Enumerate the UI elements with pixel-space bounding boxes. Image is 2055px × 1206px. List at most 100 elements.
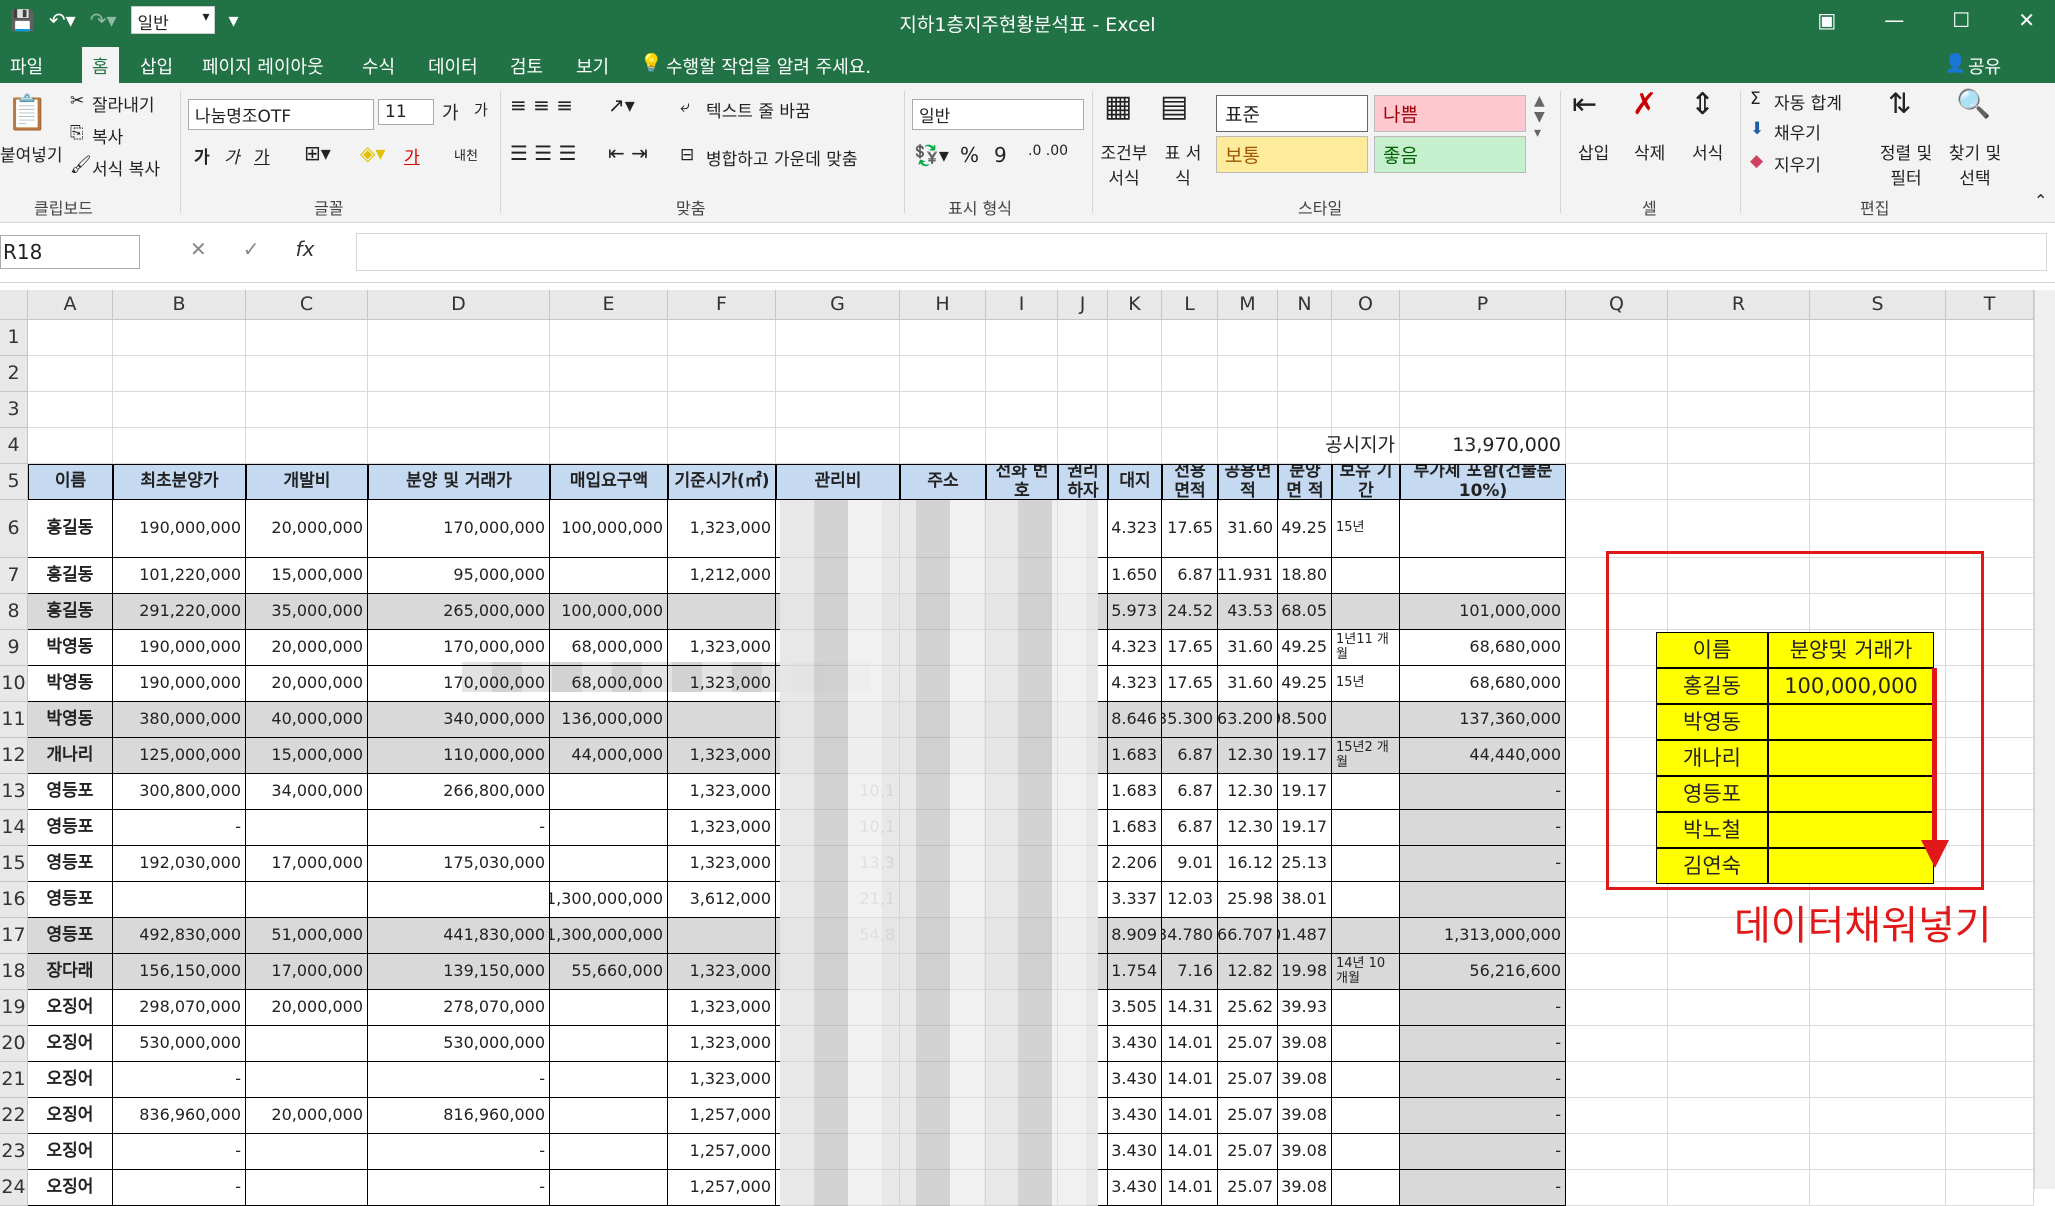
cell[interactable] (1810, 1098, 1946, 1134)
data-cell[interactable] (1332, 594, 1400, 630)
cell[interactable] (246, 356, 368, 392)
cell[interactable] (1162, 320, 1218, 356)
data-cell[interactable]: 8.646 (1108, 702, 1162, 738)
data-cell[interactable]: 298,070,000 (113, 990, 246, 1026)
format-painter-button[interactable]: 서식 복사 (92, 155, 160, 180)
data-cell[interactable] (1400, 558, 1566, 594)
cell[interactable] (1668, 1026, 1810, 1062)
conditional-format-button[interactable]: 조건부 서식 (1096, 139, 1152, 189)
ribbon-display-icon[interactable]: ▣ (1817, 8, 1836, 32)
data-cell[interactable]: 1년11 개월 (1332, 630, 1400, 666)
data-cell[interactable]: 170,000,000 (368, 630, 550, 666)
cell[interactable] (28, 392, 113, 428)
font-color-button[interactable]: 가 (404, 143, 420, 168)
cell[interactable] (776, 428, 900, 464)
insert-function-button[interactable]: fx (296, 237, 315, 261)
data-cell[interactable]: 8.909 (1108, 918, 1162, 954)
column-header-D[interactable]: D (368, 290, 550, 320)
grow-font-button[interactable]: 가 (442, 99, 459, 125)
align-top-icon[interactable]: ≡ ≡ ≡ (510, 93, 573, 117)
data-cell[interactable]: 380,000,000 (113, 702, 246, 738)
conditional-format-icon[interactable]: ▦ (1104, 89, 1132, 124)
data-cell[interactable]: 34,000,000 (246, 774, 368, 810)
cell[interactable] (1810, 1170, 1946, 1206)
indent-icon[interactable]: ⇤ ⇥ (608, 141, 648, 165)
cell[interactable] (1278, 356, 1332, 392)
borders-icon[interactable]: ⊞▾ (304, 141, 331, 165)
data-cell[interactable]: 1.754 (1108, 954, 1162, 990)
cell[interactable] (1946, 500, 2034, 558)
cell[interactable] (1946, 464, 2034, 500)
data-cell[interactable]: 20,000,000 (246, 630, 368, 666)
data-cell[interactable]: 25.07 (1218, 1026, 1278, 1062)
data-cell[interactable]: 63.200 (1218, 702, 1278, 738)
data-cell[interactable]: 1,323,000 (668, 630, 776, 666)
land-price-label[interactable]: 공시지가 (1278, 428, 1400, 464)
data-cell[interactable]: 190,000,000 (113, 500, 246, 558)
data-cell[interactable]: 266,800,000 (368, 774, 550, 810)
cell[interactable] (900, 356, 986, 392)
row-header-17[interactable]: 17 (0, 918, 28, 954)
cell[interactable] (28, 320, 113, 356)
data-cell[interactable]: 1,323,000 (668, 666, 776, 702)
row-header-14[interactable]: 14 (0, 810, 28, 846)
data-cell[interactable]: 2.206 (1108, 846, 1162, 882)
cell[interactable] (668, 428, 776, 464)
data-cell[interactable]: 1,323,000 (668, 500, 776, 558)
data-cell[interactable]: 14.01 (1162, 1026, 1218, 1062)
name-cell[interactable]: 홍길동 (28, 558, 113, 594)
cell[interactable] (1058, 356, 1108, 392)
table-header[interactable]: 관리비 (776, 464, 900, 500)
data-cell[interactable]: 1,257,000 (668, 1098, 776, 1134)
data-cell[interactable] (550, 810, 668, 846)
cell[interactable] (1946, 356, 2034, 392)
row-header-19[interactable]: 19 (0, 990, 28, 1026)
cell[interactable] (1810, 1062, 1946, 1098)
table-header[interactable]: 최초분양가 (113, 464, 246, 500)
data-cell[interactable]: 3.430 (1108, 1062, 1162, 1098)
tell-me-box[interactable]: 수행할 작업을 알려 주세요. (666, 53, 871, 79)
cell[interactable] (900, 428, 986, 464)
cell[interactable] (1566, 392, 1668, 428)
data-cell[interactable] (550, 1134, 668, 1170)
data-cell[interactable] (246, 810, 368, 846)
data-cell[interactable] (246, 1170, 368, 1206)
data-cell[interactable]: 1,323,000 (668, 846, 776, 882)
styles-scroll-icon[interactable]: ▲ ▼ ▾ (1534, 93, 1545, 141)
data-cell[interactable]: - (1400, 1134, 1566, 1170)
data-cell[interactable]: 265,000,000 (368, 594, 550, 630)
paste-icon[interactable]: 📋 (6, 93, 48, 133)
cell[interactable] (1946, 1134, 2034, 1170)
column-header-G[interactable]: G (776, 290, 900, 320)
data-cell[interactable]: 14.01 (1162, 1134, 1218, 1170)
data-cell[interactable]: 66.707 (1218, 918, 1278, 954)
data-cell[interactable]: 68.05 (1278, 594, 1332, 630)
cell[interactable] (1566, 954, 1668, 990)
column-header-M[interactable]: M (1218, 290, 1278, 320)
data-cell[interactable] (1332, 1062, 1400, 1098)
data-cell[interactable]: 39.08 (1278, 1062, 1332, 1098)
cell[interactable] (1946, 1098, 2034, 1134)
row-header-15[interactable]: 15 (0, 846, 28, 882)
name-cell[interactable]: 영등포 (28, 774, 113, 810)
data-cell[interactable]: 278,070,000 (368, 990, 550, 1026)
data-cell[interactable]: - (113, 1170, 246, 1206)
data-cell[interactable]: 101,000,000 (1400, 594, 1566, 630)
data-cell[interactable]: 19.17 (1278, 738, 1332, 774)
data-cell[interactable]: - (113, 1134, 246, 1170)
fill-button[interactable]: 채우기 (1774, 119, 1821, 144)
table-header[interactable]: 분양면 적 (1278, 464, 1332, 500)
cell[interactable] (1400, 356, 1566, 392)
cell[interactable] (113, 428, 246, 464)
data-cell[interactable]: 68,680,000 (1400, 630, 1566, 666)
cell[interactable] (1108, 356, 1162, 392)
cell[interactable] (986, 356, 1058, 392)
data-cell[interactable]: 35.300 (1162, 702, 1218, 738)
cell[interactable] (776, 320, 900, 356)
data-cell[interactable]: 125,000,000 (113, 738, 246, 774)
data-cell[interactable]: - (368, 1134, 550, 1170)
data-cell[interactable]: 44,000,000 (550, 738, 668, 774)
data-cell[interactable] (1332, 1098, 1400, 1134)
name-box[interactable]: R18 (0, 235, 140, 269)
cell[interactable] (1668, 990, 1810, 1026)
